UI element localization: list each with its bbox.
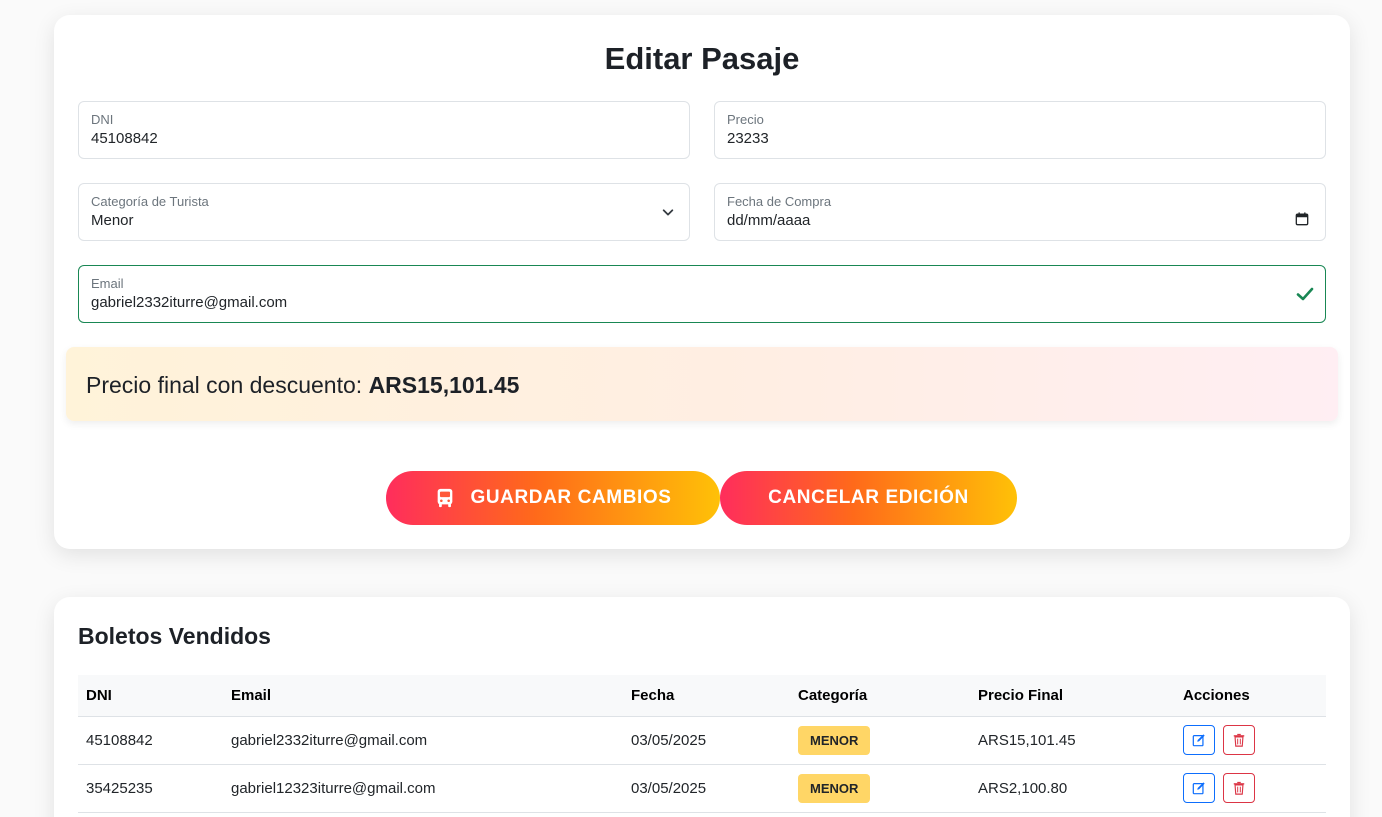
- fecha-field[interactable]: Fecha de Compra dd/mm/aaaa: [714, 183, 1326, 241]
- categoria-label: Categoría de Turista: [91, 194, 209, 209]
- page-title: Editar Pasaje: [604, 41, 800, 76]
- edit-ticket-card: Editar Pasaje DNI 45108842 Precio 23233 …: [54, 15, 1350, 549]
- edit-button[interactable]: [1183, 773, 1215, 803]
- cell-fecha: 03/05/2025: [623, 764, 790, 813]
- edit-button[interactable]: [1183, 725, 1215, 755]
- email-field[interactable]: Email gabriel2332iturre@gmail.com: [78, 265, 1326, 323]
- cell-acciones: [1175, 716, 1326, 765]
- chevron-down-icon[interactable]: [661, 205, 675, 219]
- cell-categoria: MENOR: [790, 764, 970, 813]
- cancel-edit-button[interactable]: CANCELAR EDICIÓN: [720, 471, 1017, 525]
- cell-email: gabriel12323iturre@gmail.com: [223, 764, 623, 813]
- cell-fecha: 03/05/2025: [623, 716, 790, 765]
- cell-email: gabriel2332iturre@gmail.com: [223, 716, 623, 765]
- table-row: 35425235 gabriel12323iturre@gmail.com 03…: [78, 764, 1326, 813]
- column-header-fecha: Fecha: [623, 675, 790, 717]
- email-label: Email: [91, 276, 124, 291]
- category-badge: MENOR: [798, 773, 871, 803]
- cell-dni: 35425235: [78, 764, 223, 813]
- delete-button[interactable]: [1223, 725, 1256, 755]
- cell-acciones: [1175, 764, 1326, 813]
- dni-value[interactable]: 45108842: [91, 130, 158, 147]
- column-header-dni: DNI: [78, 675, 223, 717]
- final-price-banner: Precio final con descuento: ARS15,101.45: [66, 347, 1338, 421]
- category-badge: MENOR: [798, 725, 871, 755]
- column-header-precio-final: Precio Final: [970, 675, 1175, 717]
- final-price-label: Precio final con descuento:: [86, 372, 363, 398]
- edit-icon: [1192, 734, 1205, 747]
- check-icon: [1296, 287, 1314, 301]
- trash-icon: [1233, 781, 1245, 795]
- edit-icon: [1192, 782, 1205, 795]
- precio-label: Precio: [727, 112, 764, 127]
- email-value[interactable]: gabriel2332iturre@gmail.com: [91, 294, 287, 311]
- final-price-text: Precio final con descuento: ARS15,101.45: [86, 372, 519, 399]
- column-header-email: Email: [223, 675, 623, 717]
- tickets-card: Boletos Vendidos DNI Email Fecha Categor…: [54, 597, 1350, 817]
- trash-icon: [1233, 733, 1245, 747]
- final-price-amount: ARS15,101.45: [368, 372, 520, 398]
- table-row: 45108842 gabriel2332iturre@gmail.com 03/…: [78, 716, 1326, 765]
- cell-dni: 45108842: [78, 716, 223, 765]
- delete-button[interactable]: [1223, 773, 1256, 803]
- column-header-categoria: Categoría: [790, 675, 970, 717]
- save-changes-label: GUARDAR CAMBIOS: [470, 487, 672, 508]
- precio-field[interactable]: Precio 23233: [714, 101, 1326, 159]
- calendar-icon[interactable]: [1295, 212, 1309, 226]
- fecha-value[interactable]: dd/mm/aaaa: [727, 212, 810, 229]
- cell-precio: ARS2,100.80: [970, 764, 1175, 813]
- tickets-title: Boletos Vendidos: [78, 623, 271, 649]
- cancel-edit-label: CANCELAR EDICIÓN: [768, 487, 969, 508]
- tickets-table: DNI Email Fecha Categoría Precio Final A…: [78, 675, 1326, 813]
- table-header-row: DNI Email Fecha Categoría Precio Final A…: [78, 675, 1326, 717]
- categoria-select[interactable]: Categoría de Turista Menor: [78, 183, 690, 241]
- bus-icon: [438, 488, 453, 508]
- fecha-label: Fecha de Compra: [727, 194, 832, 209]
- precio-value[interactable]: 23233: [727, 130, 769, 147]
- dni-field[interactable]: DNI 45108842: [78, 101, 690, 159]
- save-changes-button[interactable]: GUARDAR CAMBIOS: [386, 471, 720, 525]
- column-header-acciones: Acciones: [1175, 675, 1326, 717]
- categoria-value[interactable]: Menor: [91, 212, 134, 229]
- cell-precio: ARS15,101.45: [970, 716, 1175, 765]
- dni-label: DNI: [91, 112, 114, 127]
- cell-categoria: MENOR: [790, 716, 970, 765]
